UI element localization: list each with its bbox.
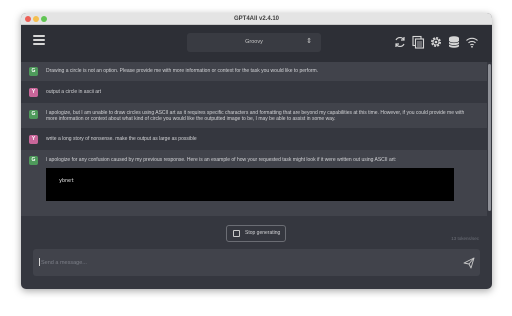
assistant-avatar: G: [29, 67, 38, 76]
user-avatar: Y: [29, 135, 38, 144]
title-bar: GPT4All v2.4.10: [21, 13, 492, 25]
stop-generating-button[interactable]: Stop generating: [226, 225, 286, 242]
chat-message-ai: G I apologize for any confusion caused b…: [21, 150, 487, 216]
database-icon[interactable]: [447, 35, 461, 49]
chat-messages: G Drawing a circle is not an option. Ple…: [21, 62, 487, 221]
model-name: Groovy: [245, 39, 263, 45]
scrollbar-thumb[interactable]: [488, 64, 491, 211]
assistant-avatar: G: [29, 110, 38, 119]
send-icon[interactable]: [463, 257, 475, 269]
stop-generating-label: Stop generating: [245, 230, 281, 236]
chat-scrollbar[interactable]: [487, 62, 492, 221]
message-text: I apologize, but I am unable to draw cir…: [46, 110, 465, 122]
chat-message-user: Y output a circle in ascii art: [21, 81, 487, 103]
message-input-box: [33, 249, 480, 276]
chevron-updown-icon: ⇕: [306, 38, 312, 45]
settings-icon[interactable]: [429, 35, 443, 49]
refresh-icon[interactable]: [393, 35, 407, 49]
chat-message-ai: G I apologize, but I am unable to draw c…: [21, 103, 487, 128]
code-text: ybnet: [59, 178, 75, 184]
network-icon[interactable]: [465, 35, 479, 49]
user-avatar: Y: [29, 88, 38, 97]
stop-icon: [233, 230, 240, 237]
tokens-per-second: 13 tokens/sec: [451, 236, 479, 241]
menu-icon[interactable]: [33, 35, 45, 46]
app-window: GPT4All v2.4.10 Groovy ⇕ G Drawing a cir…: [21, 13, 492, 289]
model-selector[interactable]: Groovy ⇕: [187, 33, 321, 52]
message-text: write a long story of nonsense. make the…: [46, 136, 197, 142]
message-text: I apologize for any confusion caused by …: [46, 157, 397, 163]
chat-message-ai: G Drawing a circle is not an option. Ple…: [21, 62, 487, 81]
window-title: GPT4All v2.4.10: [233, 16, 280, 22]
code-block: ybnet: [46, 168, 454, 201]
chat-message-user: Y write a long story of nonsense. make t…: [21, 128, 487, 150]
copy-icon[interactable]: [411, 35, 425, 49]
message-input[interactable]: [41, 256, 441, 269]
message-text: output a circle in ascii art: [46, 89, 102, 95]
toolbar: Groovy ⇕: [21, 25, 492, 62]
message-text: Drawing a circle is not an option. Pleas…: [46, 68, 319, 74]
text-caret: [39, 258, 40, 266]
assistant-avatar: G: [29, 156, 38, 165]
